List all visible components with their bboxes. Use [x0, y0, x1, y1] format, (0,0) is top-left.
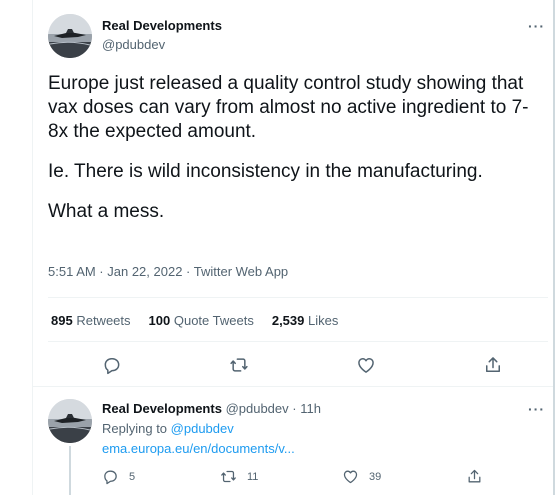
replying-prefix: Replying to: [102, 421, 168, 436]
like-button[interactable]: [356, 355, 376, 375]
share-icon: [468, 469, 481, 483]
tweet-paragraph-3: What a mess.: [48, 201, 165, 222]
like-icon: [343, 470, 358, 484]
share-button[interactable]: [483, 355, 503, 375]
reply-header: Real Developments @pdubdev · 11h: [102, 401, 321, 416]
reply-share-button[interactable]: [466, 468, 493, 485]
tweet-stats: 895 Retweets 100 Quote Tweets 2,539 Like…: [51, 313, 356, 328]
reply-reply-button[interactable]: 5: [102, 468, 135, 485]
reply-reply-count: 5: [129, 470, 136, 483]
likes-count: 2,539: [271, 313, 305, 328]
retweets-count: 895: [51, 313, 73, 328]
column-border-left: [32, 0, 33, 495]
reply-author-avatar[interactable]: [48, 399, 92, 443]
avatar-image: [48, 14, 92, 58]
reply-retweet-button[interactable]: 11: [220, 468, 258, 485]
tweet-timestamp[interactable]: 5:51 AM · Jan 22, 2022 · Twitter Web App: [48, 264, 288, 279]
tweet-paragraph-1: Europe just released a quality control s…: [48, 73, 529, 142]
reply-like-count: 39: [369, 470, 382, 483]
reply-more-options-button[interactable]: ···: [528, 401, 545, 417]
share-icon: [486, 357, 500, 372]
retweet-icon: [221, 470, 236, 483]
divider: [32, 386, 553, 387]
retweet-button[interactable]: [229, 355, 249, 375]
like-icon: [358, 358, 374, 373]
likes-label: Likes: [308, 313, 339, 328]
reply-link[interactable]: ema.europa.eu/en/documents/v...: [102, 441, 295, 456]
reply-like-button[interactable]: 39: [342, 468, 381, 485]
author-avatar[interactable]: [48, 14, 92, 58]
avatar-image: [48, 399, 92, 443]
more-options-button[interactable]: ···: [528, 18, 545, 34]
divider: [48, 297, 548, 298]
tweet-paragraph-2: Ie. There is wild inconsistency in the m…: [48, 161, 483, 182]
author-handle[interactable]: @pdubdev: [102, 37, 165, 52]
reply-time[interactable]: · 11h: [292, 401, 321, 416]
retweet-icon: [230, 358, 248, 372]
reply-icon: [104, 470, 117, 485]
reply-author-handle[interactable]: @pdubdev: [226, 401, 289, 416]
reply-author-name[interactable]: Real Developments: [102, 401, 222, 416]
likes-stat[interactable]: 2,539 Likes: [272, 313, 339, 328]
retweets-label: Retweets: [76, 313, 131, 328]
reply-icon: [104, 358, 120, 375]
reply-button[interactable]: [102, 355, 122, 375]
reply-retweet-count: 11: [247, 470, 259, 483]
thread-line: [69, 446, 71, 495]
divider: [48, 341, 548, 342]
quotes-count: 100: [148, 313, 171, 328]
author-name[interactable]: Real Developments: [102, 18, 222, 33]
quotes-label: Quote Tweets: [173, 313, 254, 328]
replying-to-handle[interactable]: @pdubdev: [171, 421, 234, 436]
replying-to: Replying to @pdubdev: [102, 421, 234, 436]
retweets-stat[interactable]: 895 Retweets: [51, 313, 131, 328]
quotes-stat[interactable]: 100 Quote Tweets: [149, 313, 254, 328]
tweet-text: Europe just released a quality control s…: [48, 72, 548, 224]
